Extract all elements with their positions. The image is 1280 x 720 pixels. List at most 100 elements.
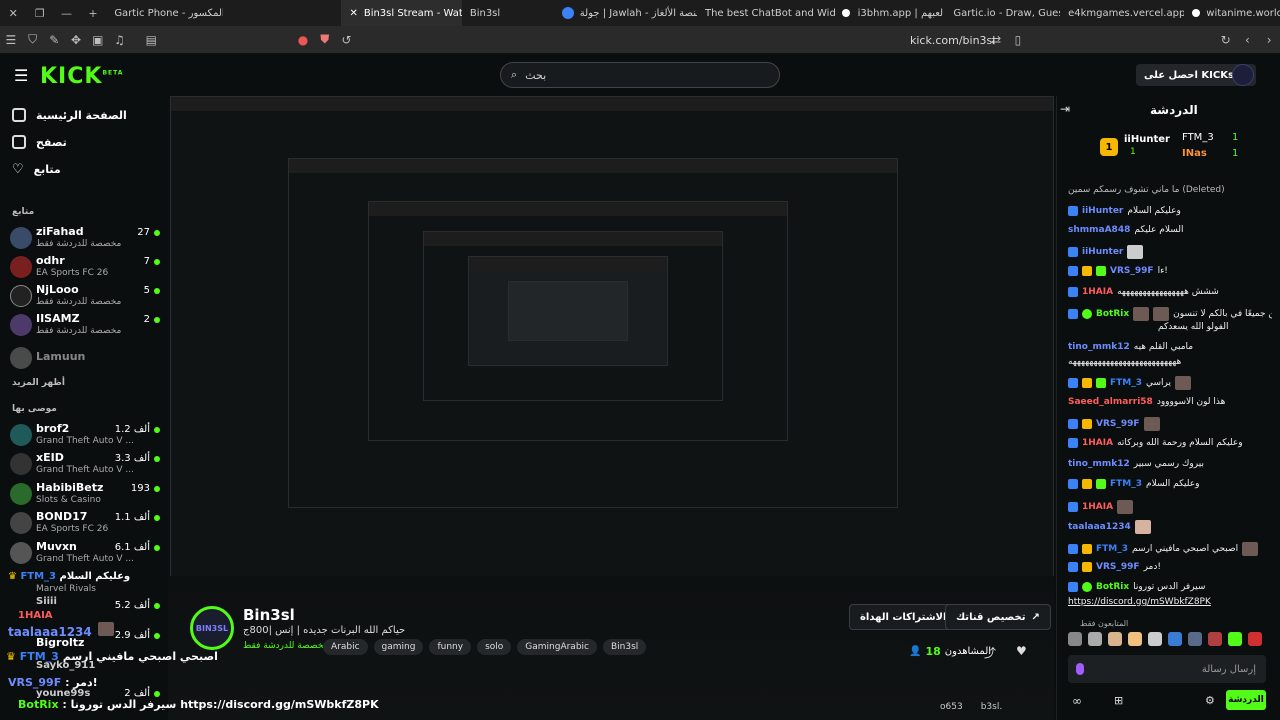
emote-10-icon[interactable] [1248,632,1262,646]
tab-bin3sl-stream[interactable] [223,0,342,26]
tab-bin3sl[interactable]: Bin3sl [462,0,554,26]
tab-bin3sl-stream-active[interactable]: ✕ Bin3sl Stream - Watch [341,0,462,26]
sidebar-channel-bond17[interactable]: BOND17 EA Sports FC 26 1.1 ألف [10,510,162,538]
user-avatar[interactable] [1232,64,1254,86]
chat-message: iiHunter [1068,245,1272,259]
gift-icon[interactable]: ⊞ [1114,694,1123,707]
avatar [10,314,32,336]
close-window-icon[interactable]: ✕ [0,7,27,20]
emote-2-icon[interactable] [1088,632,1102,646]
close-tab-icon[interactable]: ✕ [349,8,357,19]
tab-witanime[interactable]: witanime.world [1184,0,1280,26]
address-bar-url[interactable]: kick.com/bin3sl [910,34,995,47]
tag-funny[interactable]: funny [429,639,472,655]
share-icon[interactable]: ⤴ [984,644,996,661]
chat-input[interactable]: إرسال رسالة [1068,655,1266,683]
tab-i3bhm[interactable]: i3bhm.app | لعبهم [850,0,946,26]
sidebar-channel-muvxn[interactable]: Muvxn Grand Theft Auto V ... 6.1 ألف [10,540,162,568]
tag-arabic[interactable]: Arabic [323,639,368,655]
echo-chat-line: Sayko_911 [36,660,96,671]
brush-icon[interactable]: ✎ [43,29,65,51]
emote-6-icon[interactable] [1168,632,1182,646]
stream-category[interactable]: مخصصة للدردشة فقط [243,641,328,651]
live-dot-icon [154,632,160,639]
forward-icon[interactable]: › [1258,29,1280,51]
bookmark-icon[interactable]: ▯ [1007,29,1029,51]
live-dot-icon [154,602,160,609]
tab-gartic-phone[interactable]: Gartic Phone - شف المكسور [106,0,223,26]
tab-gartic-io[interactable]: Gartic.io - Draw, Guess, W [945,0,1060,26]
mic-icon[interactable] [1076,663,1084,675]
emote-icon [1134,520,1151,534]
settings-gear-icon[interactable]: ⚙ [1205,694,1215,707]
nav-label: الصفحة الرئيسية [36,108,127,122]
infinity-icon[interactable]: ∞ [1072,694,1082,708]
message-user: shmmaA848 [1068,225,1131,235]
tag-solo[interactable]: solo [477,639,512,655]
extension-shield-icon[interactable]: ⛊ [314,29,336,51]
button-label: تخصيص قناتك [956,611,1026,623]
avatar [10,453,32,475]
emote-3-icon[interactable] [1108,632,1122,646]
sidebar-channel-habibibetz[interactable]: HabibiBetz Slots & Casino 193 [10,481,162,509]
sidebar-icon[interactable]: ▣ [87,29,109,51]
sidebar-channel-iisamz[interactable]: IISAMZ مخصصة للدردشة فقط 2 [10,312,162,340]
streamer-name[interactable]: Bin3sl [243,606,295,624]
sidebar-channel-lamuun[interactable]: Lamuun [10,345,162,373]
send-chat-button[interactable]: الدردشة [1226,690,1266,710]
streamer-avatar[interactable]: BIN3SL [190,606,234,650]
extension-red-icon[interactable]: ● [292,29,314,51]
tab-jawlah[interactable]: جولة | Jawlah - منصة الألغاز [554,0,697,26]
restore-window-icon[interactable]: ❐ [27,7,54,20]
badge-icon [1068,544,1078,554]
show-more-link[interactable]: أظهر المزيد [12,378,65,388]
collapse-chat-icon[interactable]: ⇥ [1060,102,1070,116]
new-tab-icon[interactable]: + [80,7,107,20]
hamburger-menu-icon[interactable]: ☰ [14,66,28,85]
tab-manager-icon[interactable]: ▤ [140,29,162,51]
tag-gaming[interactable]: gaming [373,639,424,655]
chat-message: iiHunter وعليكم السلام [1068,206,1272,216]
nav-home[interactable]: الصفحة الرئيسية [12,108,127,122]
emote-5-icon[interactable] [1148,632,1162,646]
reload-page-icon[interactable]: ↺ [336,29,358,51]
emote-7-icon[interactable] [1188,632,1202,646]
message-user: BotRix [1096,309,1130,319]
message-user: iiHunter [1082,206,1124,216]
channel-category: Grand Theft Auto V ... [36,465,134,475]
back-icon[interactable]: ‹ [1237,29,1259,51]
tag-bin3sl[interactable]: Bin3sl [603,639,647,655]
search-input[interactable]: ⌕ بحث [500,62,780,88]
customize-channel-button[interactable]: تخصيص قناتك ↗ [945,604,1051,630]
chat-message: الفولو الله يسعدكم [1068,322,1272,332]
emote-4-icon[interactable] [1128,632,1142,646]
crown-badge-icon: 1 [1100,138,1118,156]
tab-e4kmgames[interactable]: e4kmgames.vercel.app/ga [1060,0,1184,26]
channel-category: Slots & Casino [36,495,101,505]
emote-1-icon[interactable] [1068,632,1082,646]
minimize-window-icon[interactable]: — [53,7,80,20]
shield-icon[interactable]: ⛉ [22,29,44,51]
follow-icon[interactable]: ♥ [1016,644,1027,658]
tab-chatbot[interactable]: The best ChatBot and Wid [697,0,850,26]
message-text: ششش ههههههههههههههههه [1117,287,1219,297]
crown-icon [1082,562,1092,572]
menu-icon[interactable]: ☰ [0,29,22,51]
tag-gamingarabic[interactable]: GamingArabic [517,639,597,655]
crown-icon [1082,544,1092,554]
emote-9-icon[interactable] [1228,632,1242,646]
sidebar-channel-zifahad[interactable]: ziFahad مخصصة للدردشة فقط 27 [10,225,162,253]
music-icon[interactable]: ♫ [109,29,131,51]
sidebar-channel-brof2[interactable]: brof2 Grand Theft Auto V ... 1.2 ألف [10,422,162,450]
refresh-icon[interactable]: ↻ [1215,29,1237,51]
sidebar-channel-xeid[interactable]: xEID Grand Theft Auto V ... 3.3 ألف [10,451,162,479]
chat-link[interactable]: https://discord.gg/mSWbkfZ8PK [1068,597,1272,607]
kick-logo[interactable]: KICKBETA [40,64,123,89]
nav-browse[interactable]: تصفح [12,135,67,149]
nav-following[interactable]: ♡ متابع [12,162,61,177]
emote-8-icon[interactable] [1208,632,1222,646]
sidebar-channel-odhr[interactable]: odhr EA Sports FC 26 7 [10,254,162,282]
avatar [10,285,32,307]
sidebar-channel-njlooo[interactable]: NjLooo مخصصة للدردشة فقط 5 [10,283,162,311]
puzzle-icon[interactable]: ✥ [65,29,87,51]
